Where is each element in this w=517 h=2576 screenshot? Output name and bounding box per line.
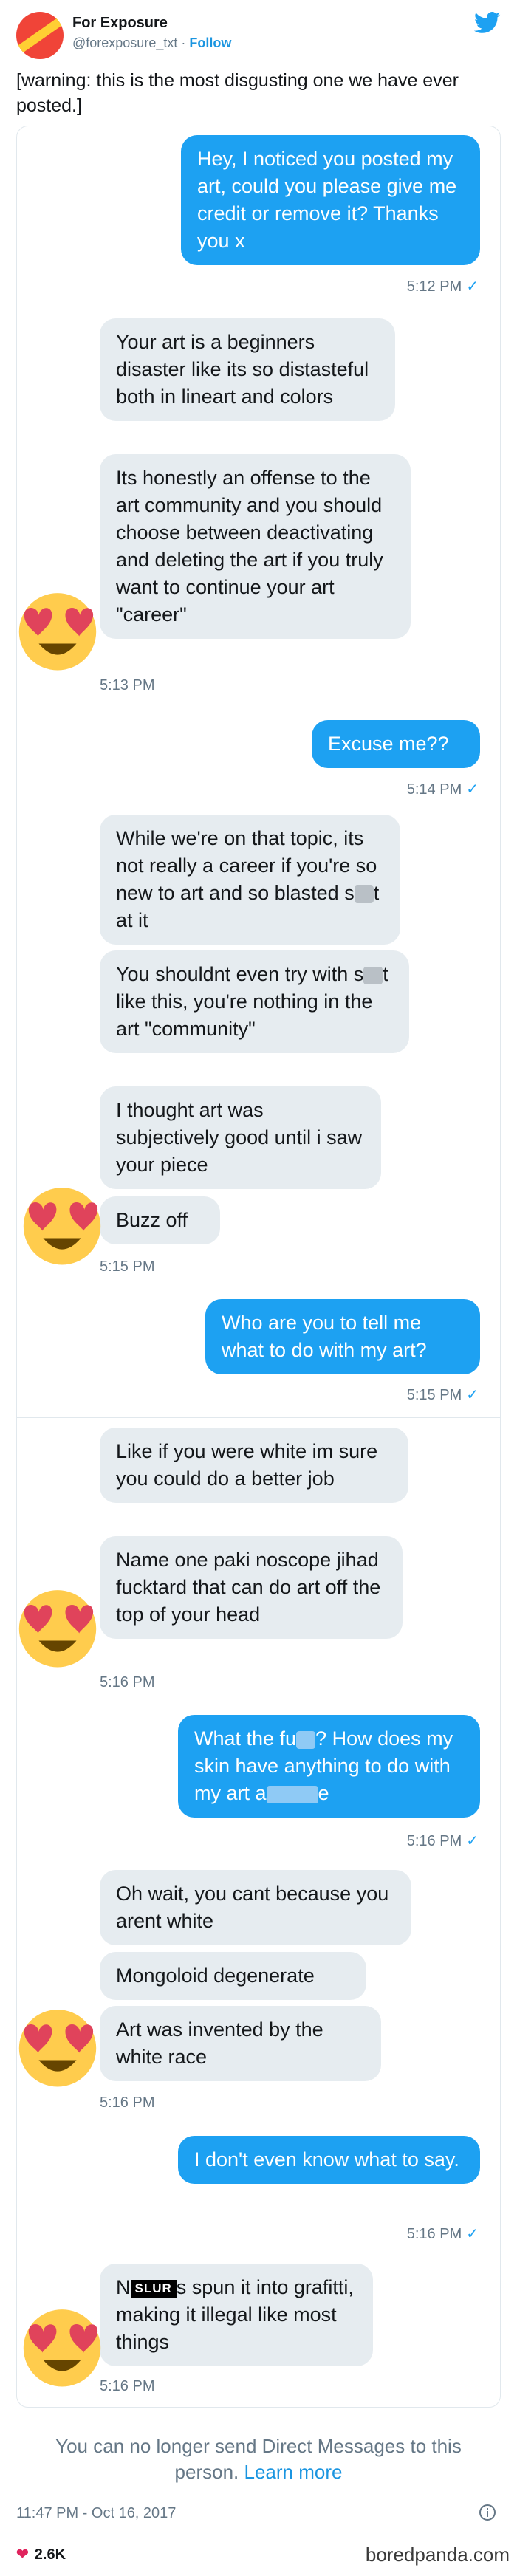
info-icon[interactable] <box>479 2504 496 2521</box>
message-timestamp: 5:16 PM <box>100 2378 155 2394</box>
section-divider <box>17 1417 500 1418</box>
incoming-message: You shouldnt even try with st like this,… <box>100 950 409 1053</box>
check-icon: ✓ <box>466 1833 479 1849</box>
heart-eyes-emoji-icon <box>18 2010 97 2087</box>
incoming-message: Art was invented by the white race <box>100 2006 381 2081</box>
check-icon: ✓ <box>466 2226 479 2242</box>
avatar-logo-icon[interactable] <box>16 12 64 59</box>
incoming-message: Buzz off <box>100 1196 220 1244</box>
timestamp-text: 5:16 PM <box>406 1833 462 1849</box>
author-handle[interactable]: @forexposure_txt <box>72 35 177 50</box>
message-text: e <box>318 1782 329 1804</box>
check-icon: ✓ <box>466 781 479 798</box>
incoming-message: I thought art was subjectively good unti… <box>100 1086 381 1189</box>
follow-link[interactable]: Follow <box>189 35 231 50</box>
censor-blur <box>363 966 383 984</box>
heart-eyes-emoji-icon <box>23 2309 101 2387</box>
timestamp-text: 5:12 PM <box>406 278 462 295</box>
censor-slur-label: SLUR <box>130 2279 177 2298</box>
twitter-bird-icon[interactable] <box>474 12 501 34</box>
tweet-text: [warning: this is the most disgusting on… <box>16 70 459 116</box>
like-count[interactable]: ❤ 2.6K <box>16 2545 66 2563</box>
like-count-text: 2.6K <box>34 2546 66 2563</box>
message-timestamp: 5:15 PM ✓ <box>407 1385 479 1404</box>
outgoing-message: I don't even know what to say. <box>178 2136 480 2184</box>
incoming-message: Like if you were white im sure you could… <box>100 1428 408 1503</box>
message-timestamp: 5:16 PM <box>100 1674 155 1690</box>
incoming-message: Oh wait, you cant because you arent whit… <box>100 1870 411 1945</box>
tweet-timestamp[interactable]: 11:47 PM - Oct 16, 2017 <box>16 2505 176 2522</box>
incoming-message: Name one paki noscope jihad fucktard tha… <box>100 1536 403 1639</box>
censor-blur <box>296 1730 316 1749</box>
author-name[interactable]: For Exposure <box>72 15 168 32</box>
heart-eyes-emoji-icon <box>18 593 97 671</box>
heart-eyes-emoji-icon <box>23 1188 101 1265</box>
message-text: N <box>116 2276 131 2298</box>
incoming-message: Its honestly an offense to the art commu… <box>100 454 411 639</box>
message-timestamp: 5:12 PM ✓ <box>407 277 479 295</box>
check-icon: ✓ <box>466 278 479 295</box>
outgoing-message: Excuse me?? <box>312 720 480 768</box>
author-handle-line: @forexposure_txt · Follow <box>72 35 231 51</box>
dm-disabled-notice: You can no longer send Direct Messages t… <box>30 2433 487 2485</box>
incoming-message: Your art is a beginners disaster like it… <box>100 318 395 421</box>
censor-blur <box>266 1785 318 1803</box>
outgoing-message: Hey, I noticed you posted my art, could … <box>181 135 480 265</box>
separator: · <box>177 35 190 50</box>
tweet-header: For Exposure @forexposure_txt · Follow <box>16 12 501 71</box>
learn-more-link[interactable]: Learn more <box>244 2461 342 2483</box>
censor-blur <box>354 885 374 903</box>
message-timestamp: 5:13 PM <box>100 677 155 693</box>
incoming-message: Mongoloid degenerate <box>100 1952 366 2000</box>
heart-icon[interactable]: ❤ <box>16 2546 29 2563</box>
message-text: While we're on that topic, its not reall… <box>116 827 377 904</box>
message-timestamp: 5:16 PM ✓ <box>407 1832 479 1850</box>
message-text: You shouldnt even try with s <box>116 963 364 985</box>
outgoing-message: Who are you to tell me what to do with m… <box>205 1299 480 1374</box>
incoming-message: N SLUR s spun it into grafitti, making it … <box>100 2264 373 2366</box>
message-text: What the fu <box>194 1727 297 1750</box>
message-timestamp: 5:16 PM <box>100 2094 155 2111</box>
message-timestamp: 5:16 PM ✓ <box>407 2224 479 2243</box>
timestamp-text: 5:15 PM <box>406 1387 462 1403</box>
message-timestamp: 5:15 PM <box>100 1258 155 1275</box>
check-icon: ✓ <box>466 1387 479 1403</box>
message-timestamp: 5:14 PM ✓ <box>407 780 479 798</box>
timestamp-text: 5:16 PM <box>406 2226 462 2242</box>
incoming-message: While we're on that topic, its not reall… <box>100 815 400 945</box>
heart-eyes-emoji-icon <box>18 1590 97 1668</box>
timestamp-text: 5:14 PM <box>406 781 462 798</box>
outgoing-message: What the fu? How does my skin have anyth… <box>178 1715 480 1818</box>
watermark: boredpanda.com <box>365 2544 510 2566</box>
